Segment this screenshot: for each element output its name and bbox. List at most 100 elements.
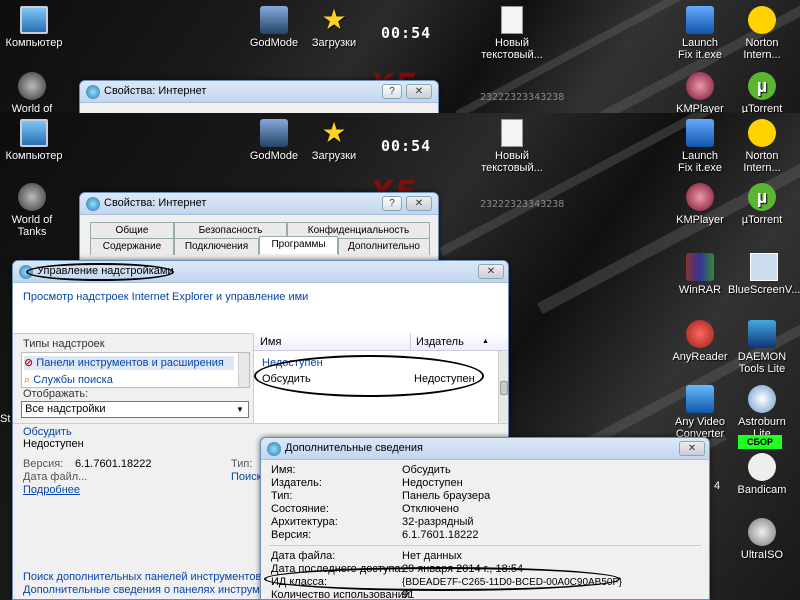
close-button[interactable]: ✕ bbox=[406, 84, 432, 99]
addon-types-list: ⊘ Панели инструментов и расширения ⌕ Слу… bbox=[21, 352, 250, 388]
star-icon: ★ bbox=[321, 4, 347, 35]
help-button[interactable]: ? bbox=[382, 84, 402, 99]
tab-programs[interactable]: Программы bbox=[259, 236, 338, 254]
type-label: Тип: bbox=[231, 458, 253, 470]
value-class-id: {BDEADE7F-C265-11D0-BCED-00A0C90AB50F} bbox=[402, 577, 622, 588]
bandicam-shortcut[interactable]: Bandicam bbox=[730, 453, 794, 496]
more-info-link[interactable]: Подробнее bbox=[23, 484, 80, 496]
new-text-doc-shortcut[interactable]: Новый текстовый... bbox=[480, 6, 544, 61]
details-labels-2: Дата файла: Дата последнего доступа: ИД … bbox=[271, 550, 414, 600]
list-scrollbar[interactable] bbox=[498, 351, 508, 423]
ultraiso-icon bbox=[748, 518, 776, 546]
filedate-label: Дата файл... bbox=[23, 471, 88, 483]
sort-icon: ▲ bbox=[482, 338, 489, 345]
header-panel: Просмотр надстроек Internet Explorer и у… bbox=[13, 283, 508, 333]
wot-shortcut[interactable]: World of bbox=[0, 72, 64, 113]
tab-general[interactable]: Общие bbox=[90, 222, 174, 239]
clock-gadget: 00:54 bbox=[381, 137, 432, 155]
more-info-dialog: Дополнительные сведения ✕ Имя: Издатель:… bbox=[260, 437, 710, 600]
addon-row-publisher[interactable]: Недоступен bbox=[414, 373, 475, 385]
wot-shortcut[interactable]: World of Tanks bbox=[0, 183, 64, 238]
label-use-count: Количество использований: bbox=[271, 589, 414, 600]
new-text-doc-shortcut[interactable]: Новый текстовый... bbox=[480, 119, 544, 174]
ie-icon bbox=[86, 85, 100, 99]
help-button[interactable]: ? bbox=[382, 196, 402, 211]
details-values: Обсудить Недоступен Панель браузера Откл… bbox=[402, 464, 490, 542]
computer-shortcut[interactable]: Компьютер bbox=[2, 6, 66, 49]
launch-fixit-shortcut[interactable]: Launch Fix it.exe bbox=[668, 119, 732, 174]
utorrent-shortcut[interactable]: µ µTorrent bbox=[730, 72, 794, 113]
close-button[interactable]: ✕ bbox=[478, 264, 504, 279]
world-of-tanks-icon bbox=[18, 183, 46, 211]
value-architecture: 32-разрядный bbox=[402, 516, 474, 528]
window-title: Управление надстройками bbox=[37, 265, 174, 277]
label-version: Версия: bbox=[271, 529, 312, 541]
internet-properties-window-top-copy: Свойства: Интернет ? ✕ bbox=[79, 80, 439, 113]
astroburn-shortcut[interactable]: Astroburn Lite bbox=[730, 385, 794, 440]
launch-fixit-shortcut[interactable]: Launch Fix it.exe bbox=[668, 6, 732, 61]
kmplayer-shortcut[interactable]: KMPlayer bbox=[668, 183, 732, 226]
types-scrollbar[interactable] bbox=[238, 353, 249, 387]
tab-advanced[interactable]: Дополнительно bbox=[338, 238, 430, 255]
norton-shortcut[interactable]: Norton Intern... bbox=[730, 119, 794, 174]
godmode-shortcut[interactable]: GodMode bbox=[242, 6, 306, 49]
ultraiso-shortcut[interactable]: UltraISO bbox=[730, 518, 794, 561]
tab-content[interactable]: Содержание bbox=[90, 238, 174, 255]
addon-types-label: Типы надстроек bbox=[23, 338, 105, 350]
chevron-down-icon: ▼ bbox=[236, 405, 244, 414]
bluescreenview-shortcut[interactable]: BlueScreenV... bbox=[728, 253, 800, 296]
sbor-badge: СБОР bbox=[738, 435, 782, 449]
video-converter-icon bbox=[686, 385, 714, 413]
ie-icon bbox=[86, 197, 100, 211]
any-video-converter-shortcut[interactable]: Any Video Converter bbox=[668, 385, 732, 440]
list-item-search-providers[interactable]: ⌕ Службы поиска bbox=[24, 374, 113, 387]
label-architecture: Архитектура: bbox=[271, 516, 338, 528]
addon-row-name[interactable]: Обсудить bbox=[262, 373, 311, 385]
utorrent-shortcut[interactable]: µ µTorrent bbox=[730, 183, 794, 226]
value-status: Отключено bbox=[402, 503, 459, 515]
watermark-text: 23222323343238 bbox=[480, 92, 565, 103]
computer-shortcut[interactable]: Компьютер bbox=[2, 119, 66, 162]
winrar-shortcut[interactable]: WinRAR bbox=[668, 253, 732, 296]
close-button[interactable]: ✕ bbox=[406, 196, 432, 211]
star-icon: ★ bbox=[321, 117, 347, 148]
title-bar: Управление надстройками ✕ bbox=[13, 261, 508, 283]
partial-icon-label: 4 bbox=[714, 480, 721, 492]
show-dropdown[interactable]: Все надстройки ▼ bbox=[21, 401, 249, 418]
bluescreenview-icon bbox=[750, 253, 778, 281]
subtitle-text: Просмотр надстроек Internet Explorer и у… bbox=[23, 291, 309, 303]
daemon-tools-shortcut[interactable]: DAEMON Tools Lite bbox=[730, 320, 794, 375]
kmplayer-shortcut[interactable]: KMPlayer bbox=[668, 72, 732, 113]
downloads-shortcut[interactable]: ★ Загрузки bbox=[302, 4, 366, 50]
anyreader-shortcut[interactable]: AnyReader bbox=[668, 320, 732, 363]
column-publisher[interactable]: Издатель bbox=[416, 336, 464, 348]
fixit-icon bbox=[686, 6, 714, 34]
list-header: Имя Издатель ▲ bbox=[254, 333, 508, 351]
value-last-access: 29 января 2014 г., 18:54 bbox=[402, 563, 524, 575]
control-panel-icon bbox=[260, 6, 288, 34]
computer-icon bbox=[20, 119, 48, 147]
utorrent-icon: µ bbox=[748, 183, 776, 211]
show-label: Отображать: bbox=[23, 388, 89, 400]
find-more-toolbars-link[interactable]: Поиск дополнительных панелей инструменто… bbox=[23, 571, 300, 583]
value-version: 6.1.7601.18222 bbox=[402, 529, 479, 541]
watermark-text: 23222323343238 bbox=[480, 199, 565, 210]
norton-shortcut[interactable]: Norton Intern... bbox=[730, 6, 794, 61]
godmode-shortcut[interactable]: GodMode bbox=[242, 119, 306, 162]
partial-icon-label-left: St bbox=[0, 413, 11, 425]
value-publisher: Недоступен bbox=[402, 477, 463, 489]
tab-connections[interactable]: Подключения bbox=[174, 238, 259, 255]
norton-icon bbox=[748, 6, 776, 34]
column-name[interactable]: Имя bbox=[260, 336, 281, 348]
search-link[interactable]: Поиск bbox=[231, 471, 261, 483]
fixit-icon bbox=[686, 119, 714, 147]
downloads-shortcut[interactable]: ★ Загрузки bbox=[302, 117, 366, 163]
text-file-icon bbox=[501, 6, 523, 34]
computer-icon bbox=[20, 6, 48, 34]
close-button[interactable]: ✕ bbox=[679, 441, 705, 456]
learn-more-toolbars-link[interactable]: Дополнительные сведения о панелях инстру… bbox=[23, 584, 298, 596]
list-item-toolbars[interactable]: ⊘ Панели инструментов и расширения bbox=[24, 356, 234, 370]
label-file-date: Дата файла: bbox=[271, 550, 336, 562]
control-panel-icon bbox=[260, 119, 288, 147]
winrar-icon bbox=[686, 253, 714, 281]
